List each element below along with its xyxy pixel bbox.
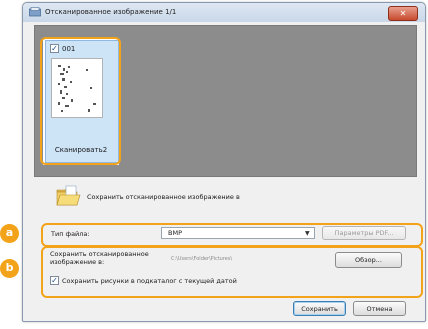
window-title: Отсканированное изображение 1/1	[45, 8, 177, 16]
save-path-label: Сохранить отсканированное изображение в:	[50, 250, 149, 266]
save-location-heading: Сохранить отсканированное изображение в	[87, 193, 240, 201]
checkbox-checked-icon: ✓	[51, 276, 58, 285]
save-path-value: C:\Users\Folder\Pictures\	[171, 256, 233, 262]
file-type-label: Тип файла:	[51, 230, 90, 238]
dropdown-arrow-icon[interactable]: ▼	[305, 230, 310, 237]
subfolder-checkbox[interactable]: ✓	[50, 276, 59, 285]
scan-window: Отсканированное изображение 1/1 ✕ ✓ 001 …	[22, 2, 426, 322]
callout-marker-b: b	[0, 259, 19, 278]
folder-icon	[56, 185, 81, 206]
checkbox-checked-icon: ✓	[51, 44, 58, 53]
callout-marker-a: a	[0, 224, 19, 243]
thumbnail-number: 001	[62, 45, 76, 53]
file-type-select[interactable]: BMP	[161, 227, 315, 239]
save-button[interactable]: Сохранить	[293, 301, 346, 316]
window-scan-icon	[29, 7, 41, 17]
subfolder-label[interactable]: Сохранить рисунки в подкаталог с текущей…	[62, 277, 237, 285]
title-bar: Отсканированное изображение 1/1 ✕	[23, 3, 425, 22]
pdf-parameters-button[interactable]: Параметры PDF...	[322, 226, 406, 240]
close-button[interactable]: ✕	[388, 6, 418, 21]
close-icon: ✕	[399, 9, 407, 18]
thumbnail-image[interactable]	[51, 58, 103, 118]
thumbnail-checkbox[interactable]: ✓	[50, 44, 59, 53]
browse-button[interactable]: Обзор...	[335, 252, 402, 268]
thumbnail-label: Сканировать2	[54, 146, 108, 154]
cancel-button[interactable]: Отмена	[353, 301, 406, 316]
